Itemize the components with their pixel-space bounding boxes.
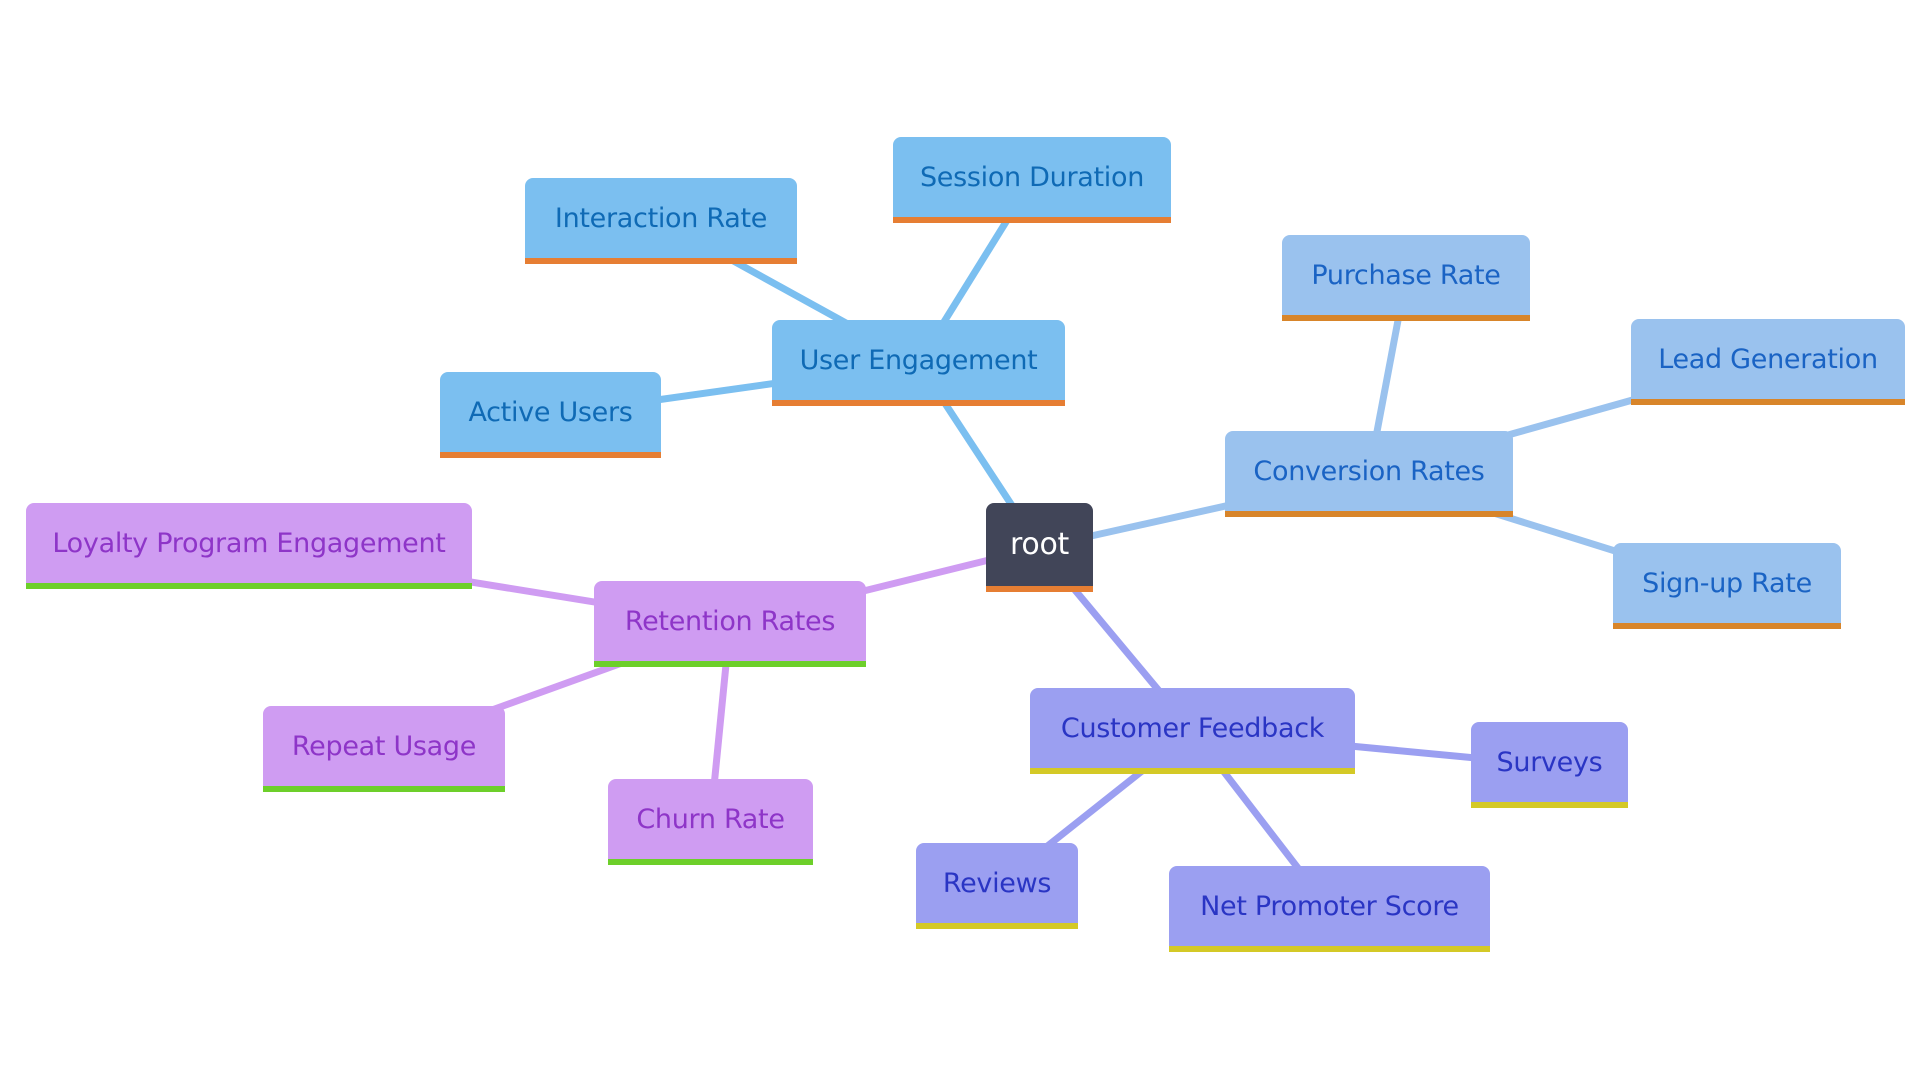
node-retention-rates[interactable]: Retention Rates: [594, 581, 866, 667]
node-label: Lead Generation: [1658, 343, 1878, 375]
node-session-duration[interactable]: Session Duration: [893, 137, 1171, 223]
node-loyalty-program-engagement[interactable]: Loyalty Program Engagement: [26, 503, 472, 589]
node-underline: [893, 217, 1171, 223]
node-underline: [26, 583, 472, 589]
mindmap-canvas: root User Engagement Interaction Rate Sessi…: [0, 0, 1920, 1080]
node-underline: [916, 923, 1078, 929]
node-label: Customer Feedback: [1060, 712, 1325, 744]
node-conversion-rates[interactable]: Conversion Rates: [1225, 431, 1513, 517]
node-interaction-rate[interactable]: Interaction Rate: [525, 178, 797, 264]
node-root[interactable]: root: [986, 503, 1093, 592]
node-surveys[interactable]: Surveys: [1471, 722, 1628, 808]
node-reviews[interactable]: Reviews: [916, 843, 1078, 929]
node-label: Retention Rates: [624, 605, 836, 637]
node-underline: [263, 786, 505, 792]
node-purchase-rate[interactable]: Purchase Rate: [1282, 235, 1530, 321]
node-churn-rate[interactable]: Churn Rate: [608, 779, 813, 865]
node-customer-feedback[interactable]: Customer Feedback: [1030, 688, 1355, 774]
node-underline: [1631, 399, 1905, 405]
node-label: Conversion Rates: [1253, 455, 1485, 487]
node-label: Net Promoter Score: [1200, 890, 1459, 922]
node-underline: [986, 586, 1093, 592]
node-label: User Engagement: [799, 344, 1038, 376]
node-underline: [1471, 802, 1628, 808]
node-underline: [1282, 315, 1530, 321]
node-label: Sign-up Rate: [1642, 567, 1812, 599]
node-underline: [608, 859, 813, 865]
node-active-users[interactable]: Active Users: [440, 372, 661, 458]
node-repeat-usage[interactable]: Repeat Usage: [263, 706, 505, 792]
node-underline: [594, 661, 866, 667]
node-label: Churn Rate: [636, 803, 785, 835]
node-label: Session Duration: [919, 161, 1145, 193]
node-label: Purchase Rate: [1311, 259, 1501, 291]
node-underline: [440, 452, 661, 458]
node-label: Surveys: [1496, 746, 1603, 778]
node-label: Repeat Usage: [291, 730, 477, 762]
node-label: Loyalty Program Engagement: [52, 527, 446, 559]
node-net-promoter-score[interactable]: Net Promoter Score: [1169, 866, 1490, 952]
node-user-engagement[interactable]: User Engagement: [772, 320, 1065, 406]
node-underline: [1613, 623, 1841, 629]
node-label: Reviews: [942, 867, 1052, 899]
node-underline: [1030, 768, 1355, 774]
node-underline: [772, 400, 1065, 406]
node-label: root: [1010, 527, 1069, 562]
node-label: Interaction Rate: [554, 202, 768, 234]
node-underline: [525, 258, 797, 264]
node-label: Active Users: [468, 396, 633, 428]
node-lead-generation[interactable]: Lead Generation: [1631, 319, 1905, 405]
node-sign-up-rate[interactable]: Sign-up Rate: [1613, 543, 1841, 629]
node-underline: [1225, 511, 1513, 517]
node-underline: [1169, 946, 1490, 952]
